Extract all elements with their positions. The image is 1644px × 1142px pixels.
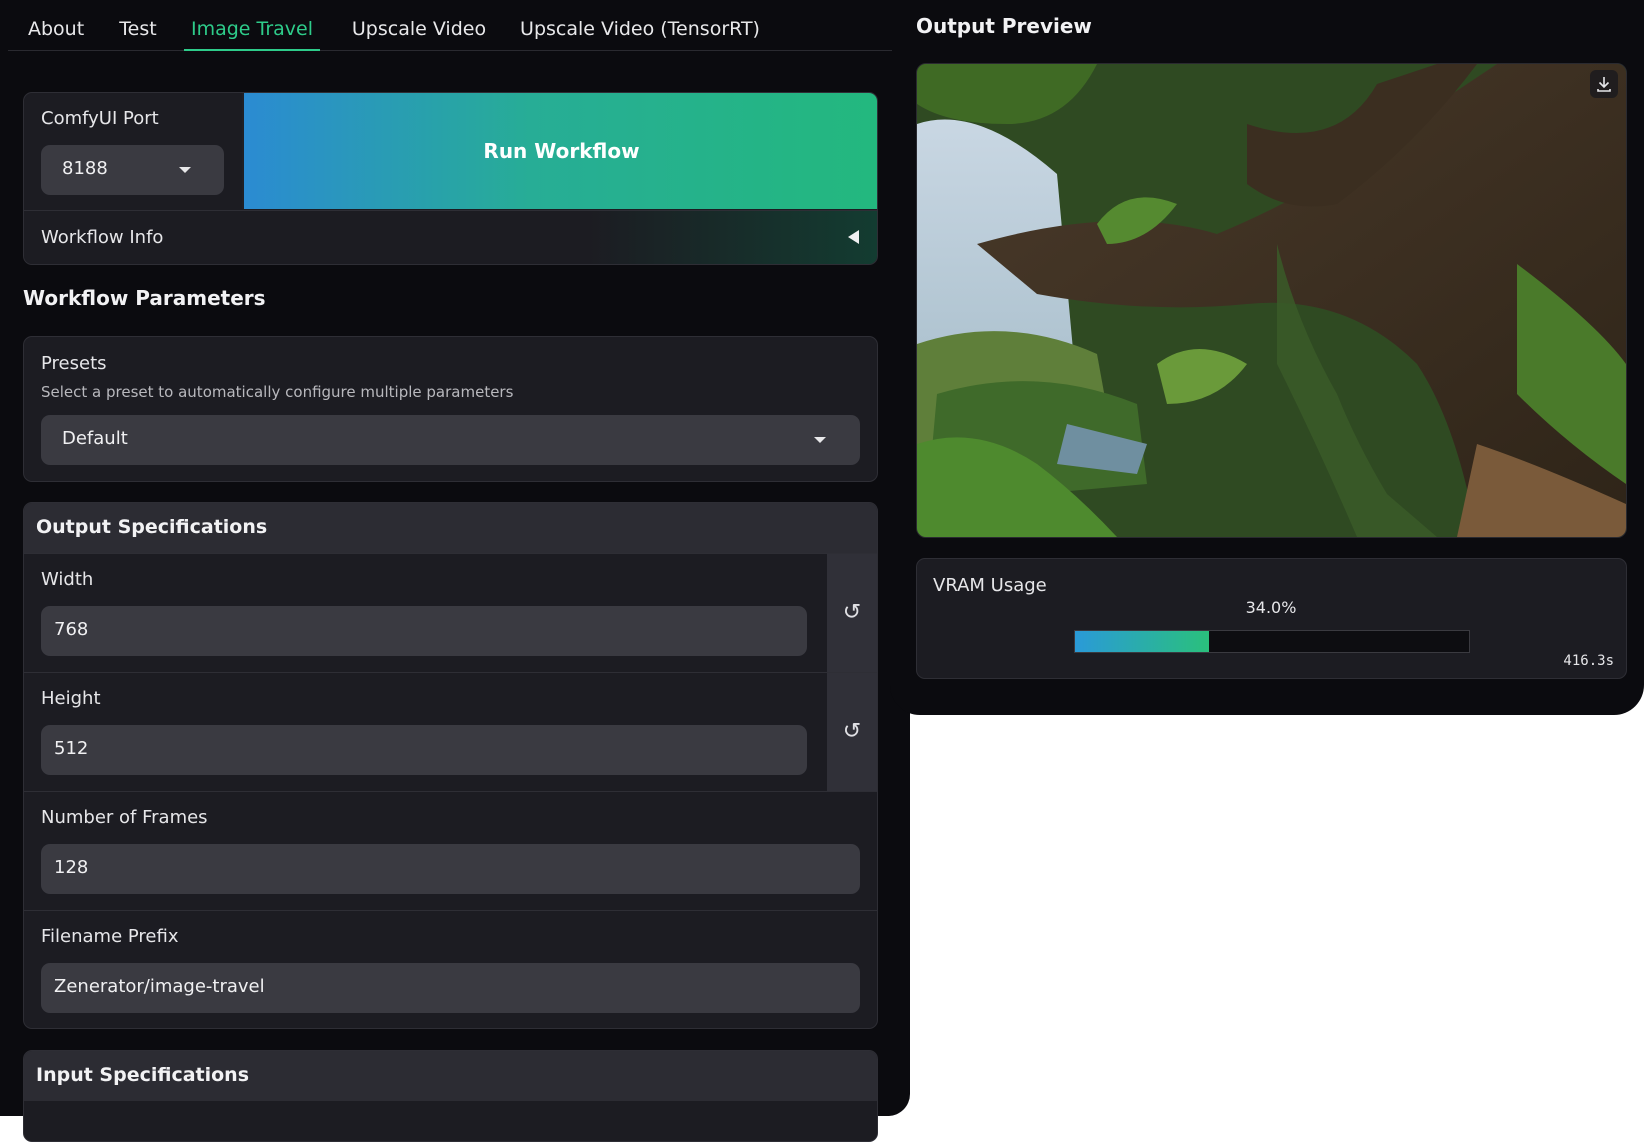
height-label: Height — [41, 688, 101, 709]
presets-hint: Select a preset to automatically configu… — [41, 383, 514, 401]
width-row: Width 768 ↺ — [24, 553, 877, 672]
presets-value: Default — [62, 428, 128, 449]
height-reset-button[interactable]: ↺ — [827, 673, 877, 791]
width-value: 768 — [54, 619, 89, 640]
reset-icon: ↺ — [842, 600, 862, 625]
reset-icon: ↺ — [842, 719, 862, 744]
jungle-image — [917, 64, 1626, 537]
vram-percent: 34.0% — [1245, 598, 1297, 617]
workflow-parameters-title: Workflow Parameters — [23, 286, 266, 310]
prefix-value: Zenerator/image-travel — [54, 976, 265, 997]
vram-usage-panel: VRAM Usage 34.0% 416.3s — [916, 558, 1627, 679]
port-cell: ComfyUI Port 8188 — [24, 93, 241, 209]
port-select[interactable]: 8188 — [41, 145, 224, 195]
download-button[interactable] — [1590, 70, 1618, 98]
presets-label: Presets — [41, 353, 107, 374]
frames-value: 128 — [54, 857, 89, 878]
input-specifications-panel: Input Specifications — [23, 1050, 878, 1142]
tab-about[interactable]: About — [28, 0, 84, 50]
prefix-row: Filename Prefix Zenerator/image-travel — [24, 910, 877, 1028]
width-reset-button[interactable]: ↺ — [827, 554, 877, 672]
vram-progress-bar — [1074, 630, 1470, 653]
elapsed-time: 416.3s — [1563, 653, 1614, 669]
prefix-label: Filename Prefix — [41, 926, 179, 947]
download-icon — [1597, 77, 1611, 92]
tab-image-travel[interactable]: Image Travel — [184, 0, 320, 51]
port-label: ComfyUI Port — [41, 108, 159, 129]
chevron-down-icon — [814, 437, 826, 443]
vram-label: VRAM Usage — [933, 575, 1047, 596]
width-label: Width — [41, 569, 94, 590]
presets-panel: Presets Select a preset to automatically… — [23, 336, 878, 482]
output-specifications-panel: Output Specifications Width 768 ↺ Height… — [23, 502, 878, 1029]
tab-bar: About Test Image Travel Upscale Video Up… — [8, 0, 892, 51]
tab-test[interactable]: Test — [114, 0, 162, 50]
output-preview-image — [916, 63, 1627, 538]
frames-input[interactable]: 128 — [41, 844, 860, 894]
output-specifications-header[interactable]: Output Specifications — [24, 503, 877, 553]
vram-progress-fill — [1075, 631, 1209, 652]
presets-select[interactable]: Default — [41, 415, 860, 465]
run-workflow-button[interactable]: Run Workflow — [242, 93, 877, 209]
output-specifications-title: Output Specifications — [36, 516, 268, 538]
output-preview-title: Output Preview — [916, 14, 1092, 38]
workflow-info-toggle[interactable]: Workflow Info — [24, 210, 877, 264]
tab-upscale-video-tensorrt[interactable]: Upscale Video (TensorRT) — [518, 0, 762, 50]
filename-prefix-input[interactable]: Zenerator/image-travel — [41, 963, 860, 1013]
workflow-info-label: Workflow Info — [41, 227, 164, 248]
width-input[interactable]: 768 — [41, 606, 807, 656]
port-value: 8188 — [62, 158, 108, 179]
height-row: Height 512 ↺ — [24, 672, 877, 791]
chevron-down-icon — [179, 167, 191, 173]
input-specifications-header[interactable]: Input Specifications — [24, 1051, 877, 1101]
height-input[interactable]: 512 — [41, 725, 807, 775]
height-value: 512 — [54, 738, 89, 759]
run-panel: ComfyUI Port 8188 Run Workflow Workflow … — [23, 92, 878, 265]
collapse-arrow-icon — [848, 230, 859, 244]
frames-label: Number of Frames — [41, 807, 208, 828]
tab-upscale-video[interactable]: Upscale Video — [346, 0, 492, 50]
input-specifications-title: Input Specifications — [36, 1064, 250, 1086]
frames-row: Number of Frames 128 — [24, 791, 877, 910]
